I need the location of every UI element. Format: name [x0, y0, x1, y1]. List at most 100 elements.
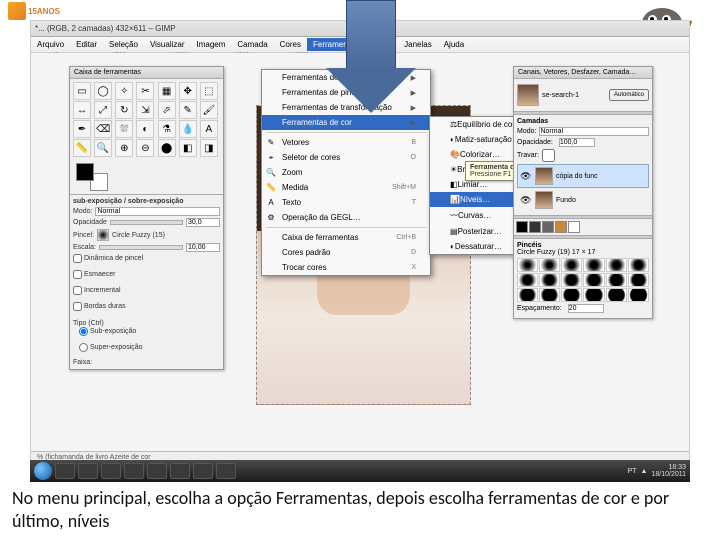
menu-visualizar[interactable]: Visualizar: [144, 38, 191, 51]
menu-imagem[interactable]: Imagem: [191, 38, 232, 51]
tool-button[interactable]: ✎: [179, 101, 197, 119]
mode-select[interactable]: [95, 207, 220, 216]
scale-value[interactable]: [186, 243, 220, 252]
option-check[interactable]: Dinâmica de pincel: [73, 254, 220, 263]
layer-mode-select[interactable]: [539, 127, 649, 136]
brush-preset[interactable]: [517, 273, 538, 287]
brush-preset[interactable]: [628, 288, 649, 302]
tool-button[interactable]: ▦: [158, 82, 176, 100]
lock-checkbox[interactable]: [542, 149, 555, 162]
taskbar-item[interactable]: [78, 463, 98, 479]
menu-editar[interactable]: Editar: [70, 38, 103, 51]
brush-preset[interactable]: [517, 288, 538, 302]
layer-row[interactable]: 👁Fundo: [517, 188, 649, 212]
tool-button[interactable]: ⬤: [158, 139, 176, 157]
brush-preset[interactable]: [561, 288, 582, 302]
type-radio[interactable]: Super-exposição: [79, 343, 220, 352]
tool-button[interactable]: A: [200, 120, 218, 138]
layers-docker[interactable]: Canais, Vetores, Desfazer, Camada… se-se…: [513, 66, 653, 319]
tray-icon[interactable]: ▲: [641, 468, 648, 475]
brush-preset[interactable]: [628, 258, 649, 272]
color-swatch[interactable]: [542, 221, 554, 233]
tool-button[interactable]: 📏: [73, 139, 91, 157]
brush-preset[interactable]: [539, 288, 560, 302]
brush-preset[interactable]: [583, 288, 604, 302]
brush-preset[interactable]: [517, 258, 538, 272]
menu-item[interactable]: Caixa de ferramentasCtrl+B: [262, 230, 430, 245]
taskbar-item[interactable]: [216, 463, 236, 479]
tool-button[interactable]: ⊕: [115, 139, 133, 157]
menu-item[interactable]: ⚙Operação da GEGL…: [262, 210, 430, 225]
tool-button[interactable]: ◧: [179, 139, 197, 157]
brush-preview-icon[interactable]: [97, 229, 109, 241]
taskbar-item[interactable]: [101, 463, 121, 479]
menu-ajuda[interactable]: Ajuda: [438, 38, 470, 51]
taskbar-item[interactable]: [147, 463, 167, 479]
opacity-slider[interactable]: [110, 220, 183, 225]
brush-preset[interactable]: [606, 288, 627, 302]
taskbar-item[interactable]: [193, 463, 213, 479]
tool-button[interactable]: ✥: [179, 82, 197, 100]
tool-button[interactable]: ✒: [73, 120, 91, 138]
scale-slider[interactable]: [99, 245, 183, 250]
menu-item[interactable]: 📏MedidaShift+M: [262, 180, 430, 195]
brush-preset[interactable]: [606, 258, 627, 272]
menu-item[interactable]: ⌖Seletor de coresO: [262, 150, 430, 165]
auto-button[interactable]: Automático: [609, 89, 649, 101]
tool-button[interactable]: ⬚: [200, 82, 218, 100]
taskbar-item[interactable]: [170, 463, 190, 479]
tool-button[interactable]: ↻: [115, 101, 133, 119]
tool-button[interactable]: ✂: [136, 82, 154, 100]
tool-button[interactable]: ✧: [115, 82, 133, 100]
tool-button[interactable]: ◐: [136, 120, 154, 138]
color-swatch[interactable]: [516, 221, 528, 233]
tool-grid[interactable]: ▭◯✧✂▦✥⬚↔⤢↻⇲⬀✎🖌✒⌫⛆◐⚗💧A📏🔍⊕⊖⬤◧◨: [70, 79, 223, 160]
tray-lang[interactable]: PT: [628, 468, 637, 475]
brush-preset[interactable]: [539, 273, 560, 287]
brush-preset[interactable]: [561, 258, 582, 272]
brush-preset[interactable]: [606, 273, 627, 287]
menu-item[interactable]: ✎VetoresB: [262, 135, 430, 150]
layer-row[interactable]: 👁cópia do func: [517, 164, 649, 188]
start-button[interactable]: [34, 462, 52, 480]
tool-button[interactable]: 🔍: [94, 139, 112, 157]
spacing-value[interactable]: [568, 304, 604, 313]
visibility-eye-icon[interactable]: 👁: [520, 171, 532, 182]
tool-button[interactable]: ◯: [94, 82, 112, 100]
brush-preset[interactable]: [628, 273, 649, 287]
color-swatch[interactable]: [529, 221, 541, 233]
menu-seleção[interactable]: Seleção: [103, 38, 144, 51]
tool-button[interactable]: ⤢: [94, 101, 112, 119]
menu-item[interactable]: 🔍Zoom: [262, 165, 430, 180]
toolbox-window[interactable]: Caixa de ferramentas ▭◯✧✂▦✥⬚↔⤢↻⇲⬀✎🖌✒⌫⛆◐⚗…: [69, 66, 224, 370]
tool-button[interactable]: ▭: [73, 82, 91, 100]
visibility-eye-icon[interactable]: 👁: [520, 195, 532, 206]
brushes-tab[interactable]: Pincéis: [517, 242, 649, 249]
option-check[interactable]: Bordas duras: [73, 302, 220, 311]
tool-button[interactable]: ⛆: [115, 120, 133, 138]
brush-preset[interactable]: [561, 273, 582, 287]
menu-item[interactable]: ATextoT: [262, 195, 430, 210]
option-check[interactable]: Esmaecer: [73, 270, 220, 279]
brush-grid[interactable]: [517, 258, 649, 302]
brush-preset[interactable]: [583, 258, 604, 272]
tool-button[interactable]: ⇲: [136, 101, 154, 119]
menu-item[interactable]: Trocar coresX: [262, 260, 430, 275]
menu-arquivo[interactable]: Arquivo: [31, 38, 70, 51]
taskbar-item[interactable]: [55, 463, 75, 479]
layer-opacity-value[interactable]: [559, 138, 595, 147]
tool-button[interactable]: 💧: [179, 120, 197, 138]
tool-button[interactable]: ⬀: [158, 101, 176, 119]
tool-button[interactable]: ↔: [73, 101, 91, 119]
tool-button[interactable]: ⚗: [158, 120, 176, 138]
option-check[interactable]: Incremental: [73, 286, 220, 295]
tool-button[interactable]: ⊖: [136, 139, 154, 157]
menu-camada[interactable]: Camada: [231, 38, 273, 51]
type-radio[interactable]: Sub-exposição: [79, 327, 220, 336]
fg-bg-colors[interactable]: [76, 163, 108, 191]
opacity-value[interactable]: [186, 218, 220, 227]
layers-tab[interactable]: Camadas: [517, 118, 649, 125]
taskbar-item[interactable]: [124, 463, 144, 479]
color-swatch[interactable]: [568, 221, 580, 233]
fg-color-swatch[interactable]: [76, 163, 94, 181]
